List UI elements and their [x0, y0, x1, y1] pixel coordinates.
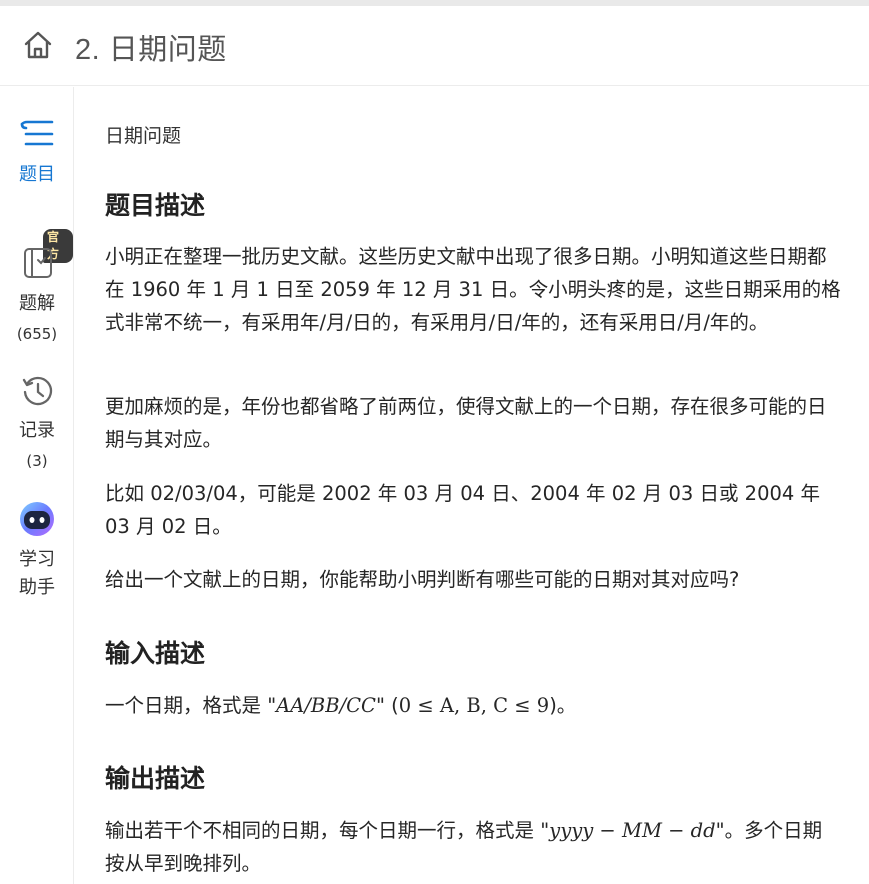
- sidebar-item-record[interactable]: 记录 (3): [0, 375, 74, 470]
- sidebar-label-solution: 题解: [19, 293, 55, 314]
- input-text-mid: " (: [375, 694, 399, 717]
- sidebar-item-solution[interactable]: 题解 (655): [0, 247, 74, 343]
- input-text-suffix: )。: [549, 694, 577, 717]
- output-format-math: yyyy − MM − dd: [549, 819, 716, 842]
- description-paragraph-1: 小明正在整理一批历史文献。这些历史文献中出现了很多日期。小明知道这些日期都在 1…: [105, 245, 841, 334]
- sidebar-label-record: 记录: [19, 420, 55, 441]
- input-description: 一个日期，格式是 "AA/BB/CC" (0 ≤ A, B, C ≤ 9)。: [105, 689, 845, 722]
- output-description: 输出若干个不相同的日期，每个日期一行，格式是 "yyyy − MM − dd"。…: [105, 814, 840, 880]
- record-count: (3): [26, 452, 48, 470]
- page-title: 2. 日期问题: [75, 34, 227, 66]
- history-icon: [22, 376, 53, 406]
- breadcrumb: 日期问题: [105, 125, 182, 147]
- assistant-label-line1: 学习: [19, 549, 55, 570]
- description-paragraph-4: 给出一个文献上的日期，你能帮助小明判断有哪些可能的日期对其对应吗?: [105, 568, 740, 591]
- section-heading-description: 题目描述: [105, 191, 206, 220]
- sidebar-item-assistant[interactable]: 学习 助手: [0, 501, 74, 601]
- output-text-prefix: 输出若干个不相同的日期，每个日期一行，格式是 ": [105, 819, 550, 842]
- sidebar: 题目 官方 题解 (655) 记录 (3) 学习 助手: [0, 87, 74, 884]
- solution-count: (655): [16, 325, 58, 343]
- input-format-math: AA/BB/CC: [276, 694, 376, 717]
- description-paragraph-2: 更加麻烦的是，年份也都省略了前两位，使得文献上的一个日期，存在很多可能的日期与其…: [105, 395, 827, 451]
- input-range-math: 0 ≤ A, B, C ≤ 9: [398, 694, 550, 717]
- home-icon[interactable]: [22, 29, 54, 61]
- section-heading-input: 输入描述: [105, 639, 206, 668]
- header: 2. 日期问题: [0, 6, 869, 86]
- section-heading-output: 输出描述: [105, 764, 206, 793]
- sidebar-label-problem: 题目: [19, 164, 55, 185]
- solution-icon: [24, 248, 52, 278]
- robot-assistant-icon: [20, 502, 54, 536]
- list-icon: [20, 120, 54, 146]
- description-paragraph-3: 比如 02/03/04，可能是 2002 年 03 月 04 日、2004 年 …: [105, 482, 820, 538]
- assistant-label-line2: 助手: [19, 577, 55, 598]
- input-text-prefix: 一个日期，格式是 ": [105, 694, 277, 717]
- sidebar-item-problem[interactable]: 题目: [0, 117, 74, 187]
